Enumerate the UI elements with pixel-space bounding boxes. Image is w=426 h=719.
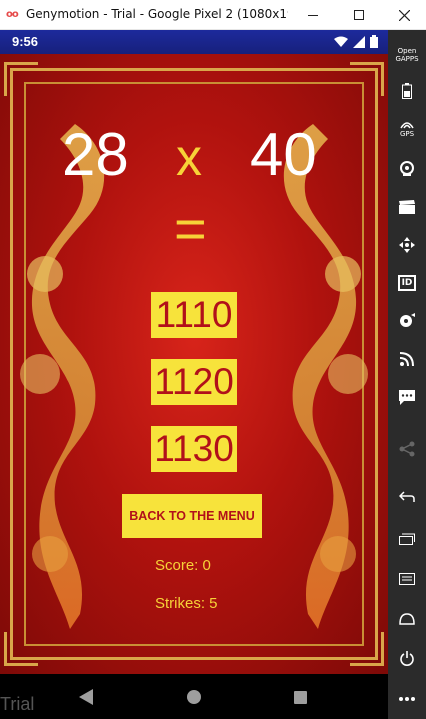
sidebar-home-button[interactable] xyxy=(388,604,426,634)
nav-back-button[interactable] xyxy=(76,687,96,707)
answer-button-3[interactable]: 1130 xyxy=(151,426,237,472)
nav-home-button[interactable] xyxy=(184,687,204,707)
home-icon xyxy=(187,690,201,704)
recent-apps-icon xyxy=(293,690,307,704)
opengapps-icon: Open GAPPS xyxy=(395,47,419,63)
gps-icon xyxy=(400,122,414,129)
capture-button[interactable] xyxy=(388,192,426,222)
genymotion-logo-icon: oo xyxy=(6,9,19,20)
more-icon xyxy=(399,697,415,701)
minimize-icon xyxy=(308,14,318,16)
camera-button[interactable] xyxy=(388,154,426,184)
phone-screen: 9:56 28 x 40 = 1110 1120 1130 BACK TO TH… xyxy=(0,30,388,719)
sidebar-back-button[interactable] xyxy=(388,482,426,512)
share-icon xyxy=(399,441,415,457)
operand-a: 28 xyxy=(62,121,129,188)
back-icon xyxy=(79,689,93,705)
battery-icon xyxy=(370,35,378,48)
frame-corner xyxy=(4,632,38,666)
disk-button[interactable] xyxy=(388,306,426,336)
opengapps-button[interactable]: Open GAPPS xyxy=(388,38,426,72)
maximize-button[interactable] xyxy=(336,0,382,30)
status-bar: 9:56 xyxy=(0,30,388,54)
status-time: 9:56 xyxy=(12,34,39,49)
dragon-decoration-right xyxy=(283,124,368,629)
strikes-label: Strikes: 5 xyxy=(155,595,218,612)
home-icon xyxy=(399,613,415,625)
game-area: 28 x 40 = 1110 1120 1130 BACK TO THE MEN… xyxy=(0,54,388,674)
menu-icon xyxy=(399,573,415,585)
more-button[interactable] xyxy=(388,684,426,714)
trial-watermark: Trial xyxy=(0,694,35,714)
gps-button[interactable]: GPS xyxy=(388,114,426,144)
close-icon xyxy=(398,9,410,21)
operand-b: 40 xyxy=(250,121,317,188)
window-titlebar: oo Genymotion - Trial - Google Pixel 2 (… xyxy=(0,0,426,30)
back-icon xyxy=(399,491,415,502)
frame-corner xyxy=(4,62,38,96)
battery-icon xyxy=(402,83,412,99)
move-icon xyxy=(399,237,415,253)
gps-label: GPS xyxy=(399,130,415,138)
disk-icon xyxy=(400,313,415,327)
share-button[interactable] xyxy=(388,434,426,464)
recent-apps-icon xyxy=(399,533,415,545)
power-button[interactable] xyxy=(388,644,426,674)
answer-button-1[interactable]: 1110 xyxy=(151,292,237,338)
broadcast-icon xyxy=(400,352,414,366)
android-nav-bar xyxy=(0,674,388,719)
window-title: Genymotion - Trial - Google Pixel 2 (108… xyxy=(26,7,288,21)
move-button[interactable] xyxy=(388,230,426,260)
wifi-icon xyxy=(334,36,348,47)
sidebar-menu-button[interactable] xyxy=(388,564,426,594)
frame-corner xyxy=(350,632,384,666)
operator-sign: x xyxy=(176,129,202,187)
message-button[interactable] xyxy=(388,382,426,412)
minimize-button[interactable] xyxy=(290,0,336,30)
clapperboard-icon xyxy=(399,200,415,214)
equals-sign: = xyxy=(174,197,207,260)
frame-corner xyxy=(350,62,384,96)
genymotion-sidebar: Open GAPPS GPS ID xyxy=(388,30,426,719)
dragon-decoration-left xyxy=(20,124,105,629)
message-icon xyxy=(399,389,415,405)
maximize-icon xyxy=(354,10,364,20)
id-icon: ID xyxy=(398,275,416,291)
battery-button[interactable] xyxy=(388,76,426,106)
camera-icon xyxy=(400,161,414,176)
nav-recent-button[interactable] xyxy=(290,687,310,707)
answer-button-2[interactable]: 1120 xyxy=(151,359,237,405)
close-button[interactable] xyxy=(382,0,426,30)
power-icon xyxy=(400,651,414,666)
score-label: Score: 0 xyxy=(155,557,211,574)
device-id-button[interactable]: ID xyxy=(388,268,426,298)
signal-icon xyxy=(353,35,365,48)
sidebar-recent-button[interactable] xyxy=(388,524,426,554)
back-to-menu-button[interactable]: BACK TO THE MENU xyxy=(122,494,262,538)
broadcast-button[interactable] xyxy=(388,344,426,374)
